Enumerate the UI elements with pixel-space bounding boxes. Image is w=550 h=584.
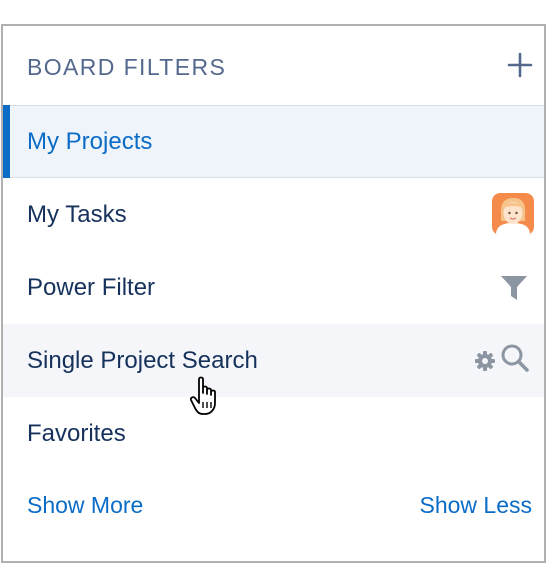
board-filters-panel: BOARD FILTERS My Projects My Tasks Power…: [1, 24, 546, 563]
filter-item-favorites[interactable]: Favorites: [3, 397, 544, 470]
filter-item-power-filter[interactable]: Power Filter: [3, 251, 544, 324]
search-icon[interactable]: [500, 343, 530, 373]
filter-item-label: Single Project Search: [27, 346, 258, 374]
filter-item-single-project-search[interactable]: Single Project Search: [3, 324, 544, 397]
funnel-icon[interactable]: [500, 274, 528, 302]
plus-icon[interactable]: [506, 51, 534, 79]
filter-item-label: Favorites: [27, 419, 126, 447]
gear-icon[interactable]: [474, 350, 496, 372]
filter-item-label: My Projects: [27, 127, 153, 155]
show-more-link[interactable]: Show More: [27, 492, 143, 519]
filter-item-my-tasks[interactable]: My Tasks: [3, 178, 544, 251]
filter-item-label: Power Filter: [27, 273, 156, 301]
filter-item-label: My Tasks: [27, 200, 127, 228]
selected-indicator: [3, 105, 10, 178]
hand-cursor-icon: [190, 376, 216, 415]
user-avatar: [492, 193, 534, 235]
panel-title: BOARD FILTERS: [27, 54, 227, 80]
panel-header: BOARD FILTERS: [3, 26, 544, 105]
show-less-link[interactable]: Show Less: [419, 492, 532, 519]
filter-item-my-projects[interactable]: My Projects: [3, 105, 544, 178]
